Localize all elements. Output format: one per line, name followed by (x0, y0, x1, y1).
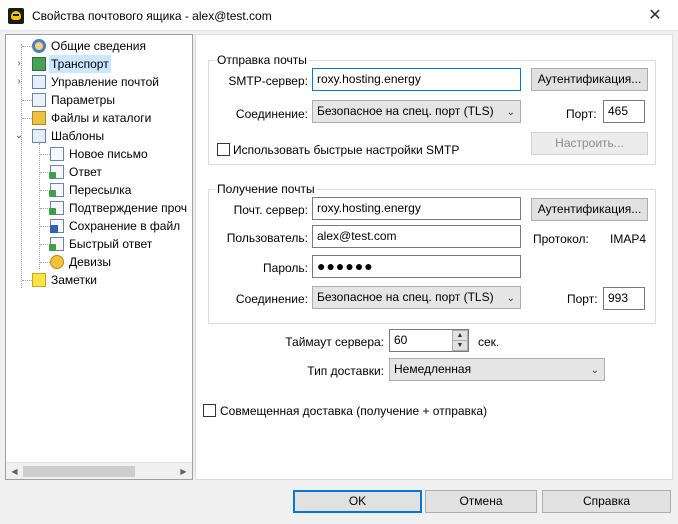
mail-server-input[interactable]: roxy.hosting.energy (312, 197, 521, 220)
mail-management-icon (32, 75, 46, 89)
quick-smtp-checkbox[interactable] (217, 143, 230, 156)
ok-button[interactable]: OK (293, 490, 422, 513)
cancel-button[interactable]: Отмена (425, 490, 537, 513)
chevron-right-icon[interactable]: › (14, 73, 24, 91)
timeout-unit: сек. (478, 335, 500, 349)
send-connection-value: Безопасное на спец. порт (TLS) (317, 104, 494, 118)
receive-connection-value: Безопасное на спец. порт (TLS) (317, 290, 494, 304)
delivery-type-select[interactable]: Немедленная ⌄ (389, 358, 605, 381)
smtp-server-label: SMTP-сервер: (228, 74, 308, 88)
send-connection-select[interactable]: Безопасное на спец. порт (TLS) ⌄ (312, 100, 521, 123)
receive-mail-legend: Получение почты (217, 182, 315, 196)
settings-tree[interactable]: Общие сведения › Транспорт › Управление … (5, 34, 193, 480)
document-icon (50, 147, 64, 161)
help-button[interactable]: Справка (542, 490, 671, 513)
send-port-label: Порт: (566, 107, 597, 121)
password-label: Пароль: (263, 261, 308, 275)
send-authentication-button[interactable]: Аутентификация... (531, 68, 648, 91)
notes-icon (32, 273, 46, 287)
folder-icon (32, 111, 46, 125)
chevron-down-icon: ⌄ (590, 365, 599, 376)
send-mail-legend: Отправка почты (217, 53, 307, 67)
app-logo-icon (8, 8, 24, 24)
timeout-label: Таймаут сервера: (285, 335, 384, 349)
receive-connection-select[interactable]: Безопасное на спец. порт (TLS) ⌄ (312, 286, 521, 309)
protocol-label: Протокол: (533, 232, 589, 246)
protocol-value: IMAP4 (610, 232, 647, 246)
mail-server-label: Почт. сервер: (233, 203, 308, 217)
send-connection-label: Соединение: (235, 107, 308, 121)
forward-icon (49, 183, 64, 197)
tree-horizontal-scrollbar[interactable]: ◀ ▶ (6, 462, 192, 479)
combined-delivery-label: Совмещенная доставка (получение + отправ… (220, 404, 488, 418)
chevron-down-icon: ⌄ (506, 293, 515, 304)
close-button[interactable]: ✕ (632, 0, 678, 31)
scroll-right-icon[interactable]: ▶ (175, 463, 192, 480)
parameters-icon (32, 93, 46, 107)
receive-port-label: Порт: (567, 292, 598, 306)
scroll-thumb[interactable] (23, 466, 135, 477)
quick-reply-icon (49, 237, 64, 251)
delivery-type-value: Немедленная (394, 362, 472, 376)
confirmation-icon (49, 201, 64, 215)
chevron-right-icon[interactable]: › (14, 55, 24, 73)
user-label: Пользователь: (226, 231, 308, 245)
templates-icon (32, 129, 46, 143)
reply-icon (49, 165, 64, 179)
password-input[interactable]: ●●●●●● (312, 255, 521, 278)
person-card-icon (32, 39, 46, 53)
receive-authentication-button[interactable]: Аутентификация... (531, 198, 648, 221)
window-title: Свойства почтового ящика - alex@test.com (32, 9, 272, 23)
receive-port-input[interactable]: 993 (603, 287, 645, 310)
chevron-down-icon[interactable]: ⌄ (14, 127, 24, 145)
send-port-input[interactable]: 465 (603, 100, 645, 123)
title-bar: Свойства почтового ящика - alex@test.com… (0, 0, 678, 31)
configure-button[interactable]: Настроить... (531, 132, 648, 155)
delivery-type-label: Тип доставки: (307, 364, 384, 378)
save-icon (50, 219, 64, 233)
quick-smtp-label: Использовать быстрые настройки SMTP (233, 143, 460, 157)
chevron-down-icon: ⌄ (506, 107, 515, 118)
coins-icon (50, 255, 64, 269)
smtp-server-input[interactable]: roxy.hosting.energy (312, 68, 521, 91)
user-input[interactable]: alex@test.com (312, 225, 521, 248)
receive-connection-label: Соединение: (235, 292, 308, 306)
combined-delivery-checkbox[interactable] (203, 404, 216, 417)
scroll-left-icon[interactable]: ◀ (6, 463, 23, 480)
transport-icon (32, 57, 46, 71)
transport-settings-panel: Отправка почты SMTP-сервер: roxy.hosting… (195, 34, 673, 480)
timeout-decrease-icon[interactable]: ▼ (452, 340, 468, 351)
